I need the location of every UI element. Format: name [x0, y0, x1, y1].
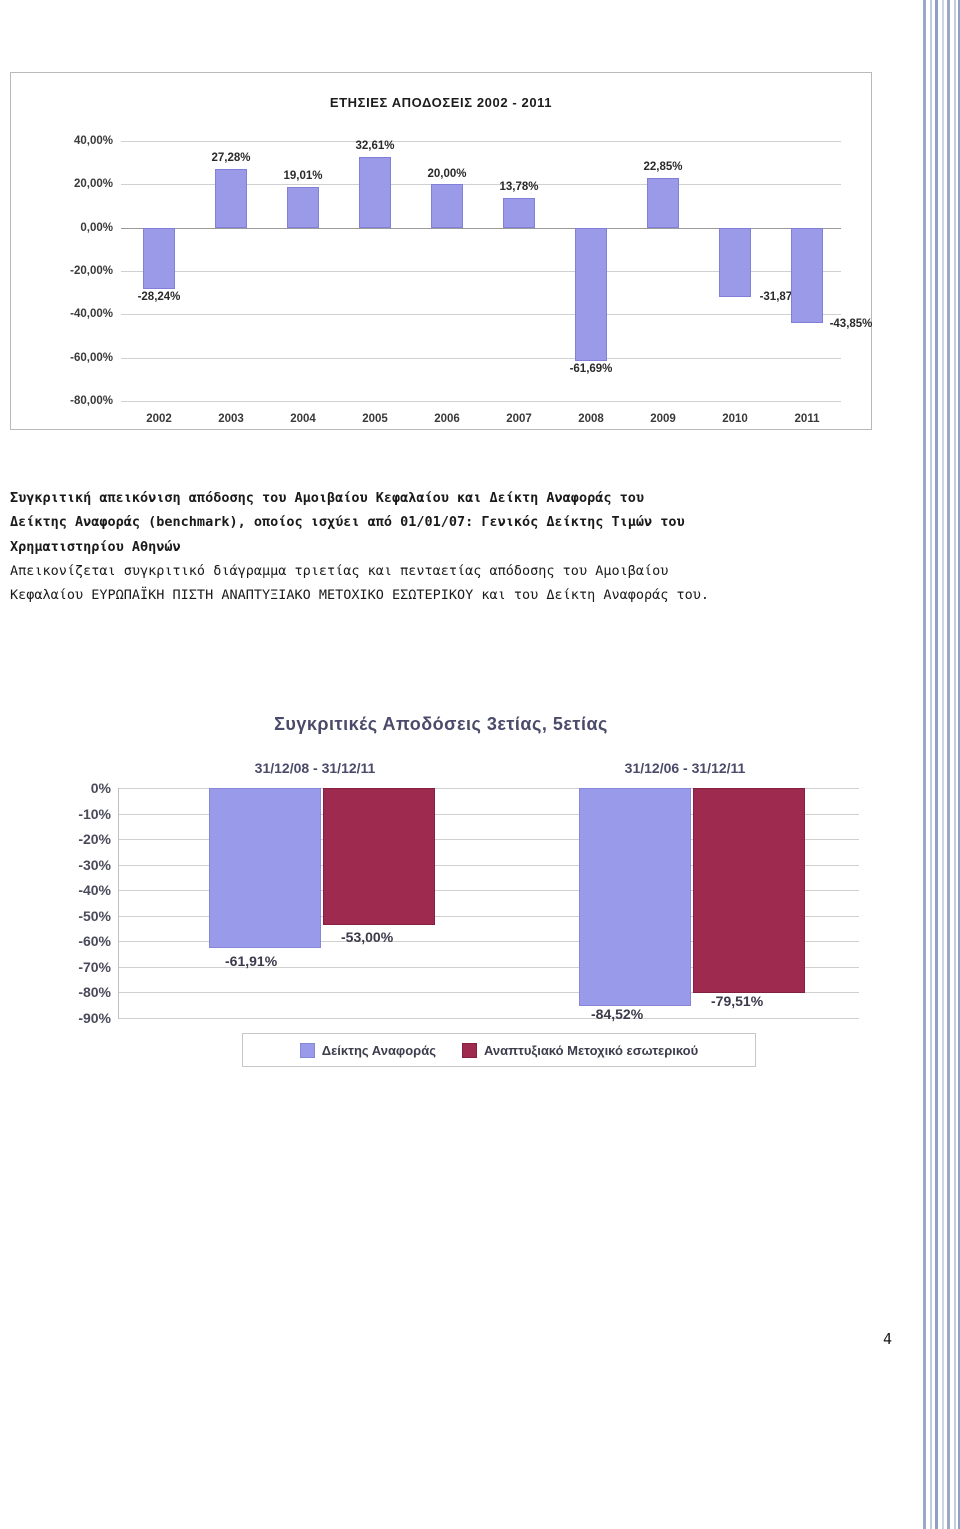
- y-tick-label: 20,00%: [73, 178, 113, 191]
- page-edge-decoration: [920, 0, 960, 1529]
- bar-label-2008: -61,69%: [569, 363, 613, 375]
- y-tick-label: -20%: [78, 831, 111, 848]
- bar-benchmark-3y: [209, 788, 321, 949]
- bar-benchmark-5y: [579, 788, 691, 1006]
- bar-label-benchmark-3y: -61,91%: [225, 953, 278, 969]
- text-line-1: Συγκριτική απεικόνιση απόδοσης του Αμοιβ…: [10, 490, 644, 506]
- chart-title: Συγκριτικές Αποδόσεις 3ετίας, 5ετίας: [274, 714, 608, 734]
- bar-fund-5y: [693, 788, 805, 994]
- y-tick-label: -10%: [78, 805, 111, 822]
- bar-2004: [287, 186, 319, 228]
- x-tick-label: 2009: [650, 413, 676, 425]
- x-tick-label: 2002: [146, 413, 172, 425]
- bar-label-2002: -28,24%: [137, 291, 181, 303]
- y-tick-label: 0,00%: [80, 221, 113, 234]
- y-tick-label: -50%: [78, 907, 111, 924]
- y-tick-label: -30%: [78, 856, 111, 873]
- bar-label-2009: 22,85%: [643, 161, 683, 173]
- legend-item-benchmark: Δείκτης Αναφοράς: [299, 1042, 436, 1058]
- annual-returns-chart: ΕΤΗΣΙΕΣ ΑΠΟΔΟΣΕΙΣ 2002 - 2011 40,00% 20,…: [10, 72, 872, 430]
- gridline: [121, 141, 841, 142]
- x-tick-label: 2010: [722, 413, 748, 425]
- legend-item-fund: Αναπτυξιακό Μετοχικό εσωτερικού: [461, 1042, 699, 1058]
- plot-area: 0% -10% -20% -30% -40% -50% -60% -70% -8…: [78, 760, 859, 1026]
- bar-2011: [791, 227, 823, 323]
- bar-2002: [143, 227, 175, 289]
- bar-label-benchmark-5y: -84,52%: [591, 1006, 644, 1022]
- y-tick-label: 0%: [90, 780, 111, 796]
- x-tick-label: 2005: [362, 413, 388, 425]
- page-number: 4: [882, 1330, 892, 1348]
- bar-label-fund-3y: -53,00%: [341, 929, 394, 945]
- gridline: [121, 401, 841, 402]
- bar-2010: [719, 227, 751, 297]
- bar-2008: [575, 227, 607, 362]
- bar-fund-3y: [323, 788, 435, 926]
- bar-label-2007: 13,78%: [499, 181, 539, 193]
- comparative-returns-chart: Συγκριτικές Αποδόσεις 3ετίας, 5ετίας 0% …: [10, 700, 872, 1070]
- gridline: [121, 314, 841, 316]
- x-tick-label: 2011: [794, 413, 820, 425]
- bar-2007: [503, 197, 535, 228]
- bar-label-2006: 20,00%: [427, 168, 467, 180]
- x-tick-label: 2007: [506, 413, 532, 425]
- x-tick-label: 2004: [290, 413, 316, 425]
- y-tick-label: -60,00%: [70, 351, 113, 364]
- chart-legend: Δείκτης Αναφοράς Αναπτυξιακό Μετοχικό εσ…: [242, 1033, 756, 1067]
- group-label-3y: 31/12/08 - 31/12/11: [254, 760, 376, 776]
- bar-2006: [431, 184, 463, 228]
- y-tick-label: -80%: [78, 984, 111, 1001]
- x-tick-label: 2006: [434, 413, 460, 425]
- bar-label-2004: 19,01%: [283, 170, 323, 182]
- group-label-5y: 31/12/06 - 31/12/11: [624, 760, 746, 776]
- y-tick-label: 40,00%: [73, 135, 113, 147]
- bar-label-fund-5y: -79,51%: [711, 993, 764, 1009]
- bar-2005: [359, 157, 391, 228]
- legend-label: Αναπτυξιακό Μετοχικό εσωτερικού: [483, 1042, 699, 1058]
- text-line-5: Κεφαλαίου ΕΥΡΩΠΑΪΚΗ ΠΙΣΤΗ ΑΝΑΠΤΥΞΙΑΚΟ ΜΕ…: [10, 587, 709, 603]
- description-text: Συγκριτική απεικόνιση απόδοσης του Αμοιβ…: [10, 488, 890, 609]
- text-line-4: Απεικονίζεται συγκριτικό διάγραμμα τριετ…: [10, 562, 669, 579]
- text-line-2: Δείκτης Αναφοράς (benchmark), οποίος ισχ…: [10, 514, 685, 531]
- legend-swatch-icon: [299, 1042, 315, 1058]
- text-line-3: Χρηματιστηρίου Αθηνών: [10, 538, 181, 555]
- y-tick-label: -80,00%: [70, 395, 113, 407]
- bar-2009: [647, 178, 679, 228]
- plot-area: 40,00% 20,00% 0,00% -20,00% -40,00% -60,…: [70, 135, 872, 425]
- x-tick-label: 2003: [218, 413, 244, 425]
- bar-label-2005: 32,61%: [355, 140, 395, 152]
- x-tick-label: 2008: [578, 413, 604, 425]
- bar-label-2003: 27,28%: [211, 152, 251, 164]
- y-tick-label: -90%: [78, 1010, 111, 1026]
- bar-2003: [215, 168, 247, 228]
- y-tick-label: -20,00%: [70, 265, 113, 277]
- gridline: [119, 1018, 859, 1019]
- y-tick-label: -60%: [78, 933, 111, 950]
- chart-title: ΕΤΗΣΙΕΣ ΑΠΟΔΟΣΕΙΣ 2002 - 2011: [329, 95, 553, 110]
- gridline: [121, 357, 841, 359]
- bar-label-2011: -43,85%: [829, 318, 873, 330]
- y-tick-label: -70%: [78, 958, 111, 975]
- legend-swatch-icon: [461, 1042, 477, 1058]
- y-tick-label: -40%: [78, 882, 111, 899]
- legend-label: Δείκτης Αναφοράς: [321, 1042, 436, 1058]
- y-tick-label: -40,00%: [70, 308, 113, 321]
